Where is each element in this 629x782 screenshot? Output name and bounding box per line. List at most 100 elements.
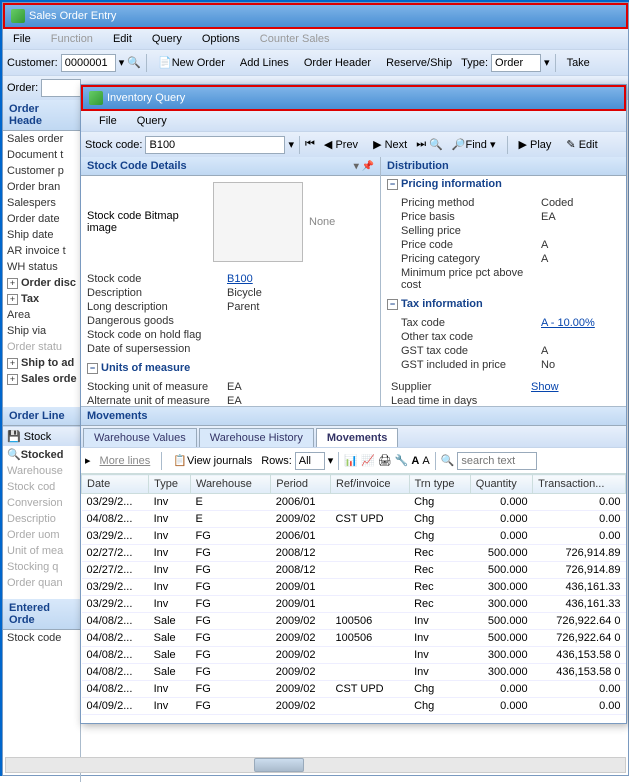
column-header[interactable]: Transaction... [533,475,626,494]
export-icon[interactable]: 📊 [344,454,358,467]
tab-warehouse-history[interactable]: Warehouse History [199,428,314,447]
expand-icon[interactable]: ▸ [85,454,91,467]
side-item[interactable]: WH status [3,259,80,275]
pin-icon[interactable]: ▾ 📌 [354,161,374,172]
detail-value: EA [227,381,242,393]
side-item[interactable]: Ship date [3,227,80,243]
side-item[interactable]: Order bran [3,179,80,195]
side-section[interactable]: +Ship to ad [3,355,80,371]
side-item[interactable]: Customer p [3,163,80,179]
table-row[interactable]: 03/29/2...InvE2006/01Chg0.0000.00 [82,494,626,511]
order-header-button[interactable]: Order Header [298,54,377,72]
rows-select[interactable] [295,452,325,470]
chart-icon[interactable]: 📈 [361,454,375,467]
inventory-query-titlebar[interactable]: Inventory Query [81,85,626,111]
side-section[interactable]: +Order disc [3,275,80,291]
table-row[interactable]: 04/08/2...SaleFG2009/02Inv300.000436,153… [82,647,626,664]
table-row[interactable]: 04/08/2...SaleFG2009/02Inv300.000436,153… [82,664,626,681]
table-row[interactable]: 04/08/2...InvFG2009/02CST UPDChg0.0000.0… [82,681,626,698]
order-input[interactable] [41,79,81,97]
side-section[interactable]: +Tax [3,291,80,307]
collapse-icon[interactable]: − [387,179,398,190]
view-journals-button[interactable]: 📋View journals [167,451,258,470]
menu-file[interactable]: File [7,31,37,47]
table-row[interactable]: 04/08/2...InvE2009/02CST UPDChg0.0000.00 [82,511,626,528]
side-item[interactable]: Document t [3,147,80,163]
stock-input[interactable] [145,136,285,154]
customer-input[interactable] [61,54,116,72]
detail-value: No [541,359,555,371]
dropdown-icon[interactable]: ▾ [544,56,550,69]
menu-options[interactable]: Options [196,31,246,47]
table-row[interactable]: 02/27/2...InvFG2008/12Rec500.000726,914.… [82,545,626,562]
reserve-ship-button[interactable]: Reserve/Ship [380,54,458,72]
dropdown-icon[interactable]: ▾ [288,138,294,151]
print-icon[interactable]: 🖨 [378,454,392,467]
side-item[interactable]: Sales order [3,131,80,147]
search-input[interactable] [457,452,537,470]
detail-value[interactable]: Show [531,381,559,393]
column-header[interactable]: Period [271,475,331,494]
prev-button[interactable]: ◀ Prev [318,135,364,154]
tab-warehouse-values[interactable]: Warehouse Values [83,428,197,447]
side-item[interactable]: Order date [3,211,80,227]
font-size-icon[interactable]: A [422,455,429,467]
column-header[interactable]: Warehouse [190,475,270,494]
column-header[interactable]: Trn type [409,475,470,494]
sales-order-titlebar[interactable]: Sales Order Entry [3,3,628,29]
table-row[interactable]: 03/29/2...InvFG2009/01Rec300.000436,161.… [82,579,626,596]
table-row[interactable]: 04/09/2...InvFG2009/02Chg0.0000.00 [82,698,626,715]
search-icon[interactable]: 🔍 [127,56,141,69]
movements-grid[interactable]: DateTypeWarehousePeriodRef/invoiceTrn ty… [81,474,626,739]
more-lines-button[interactable]: More lines [94,452,157,470]
menu-query[interactable]: Query [131,113,173,129]
first-icon[interactable]: ⏮ [305,138,315,151]
last-icon[interactable]: ⏭ [416,138,426,151]
detail-label: Stock code [87,273,227,285]
font-icon[interactable]: A [411,455,419,467]
column-header[interactable]: Quantity [470,475,532,494]
collapse-icon[interactable]: − [87,363,98,374]
table-row[interactable]: 04/08/2...SaleFG2009/02100506Inv500.0007… [82,630,626,647]
search-icon[interactable]: 🔍 [441,454,455,467]
table-row[interactable]: 03/29/2...InvFG2006/01Chg0.0000.00 [82,528,626,545]
collapse-icon[interactable]: − [387,299,398,310]
menu-query[interactable]: Query [146,31,188,47]
table-row[interactable]: 02/27/2...InvFG2008/12Rec500.000726,914.… [82,562,626,579]
side-item: Conversion [3,495,80,511]
side-section[interactable]: 🔍Stocked [3,446,80,463]
menu-edit[interactable]: Edit [107,31,138,47]
dropdown-icon[interactable]: ▾ [119,56,125,69]
side-section[interactable]: +Sales orde [3,371,80,387]
edit-button[interactable]: ✎ Edit [560,135,603,154]
detail-label: Supplier [391,381,531,393]
side-item[interactable]: Salespers [3,195,80,211]
order-header-panel: Order Heade [3,100,80,131]
dropdown-icon[interactable]: ▾ [328,454,334,467]
detail-value[interactable]: A - 10.00% [541,317,595,329]
column-header[interactable]: Type [149,475,191,494]
next-button[interactable]: ▶ Next [367,135,413,154]
search-icon[interactable]: 🔍 [429,138,443,151]
side-item[interactable]: Area [3,307,80,323]
detail-label: Description [87,287,227,299]
play-button[interactable]: ▶ Play [513,135,558,154]
type-select[interactable] [491,54,541,72]
table-row[interactable]: 04/08/2...SaleFG2009/02100506Inv500.0007… [82,613,626,630]
find-button[interactable]: 🔎Find ▾ [446,135,502,154]
menu-file[interactable]: File [93,113,123,129]
new-order-button[interactable]: 📄New Order [152,53,231,72]
save-icon[interactable]: 💾 [7,430,21,443]
tool-icon[interactable]: 🔧 [395,454,409,467]
side-item[interactable]: AR invoice t [3,243,80,259]
detail-value[interactable]: B100 [227,273,253,285]
column-header[interactable]: Date [82,475,149,494]
take-button[interactable]: Take [561,54,596,72]
horizontal-scrollbar[interactable] [5,757,626,773]
table-row[interactable]: 03/29/2...InvFG2009/01Rec300.000436,161.… [82,596,626,613]
side-item[interactable]: Stock code [3,630,80,646]
column-header[interactable]: Ref/invoice [331,475,410,494]
side-item[interactable]: Ship via [3,323,80,339]
add-lines-button[interactable]: Add Lines [234,54,295,72]
tab-movements[interactable]: Movements [316,428,399,447]
